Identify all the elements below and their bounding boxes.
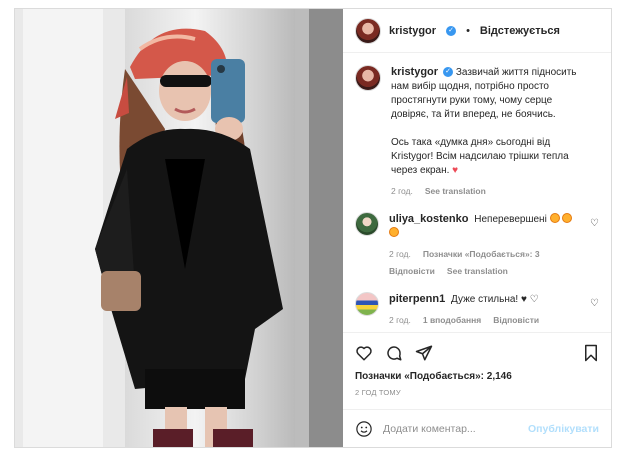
share-icon[interactable] xyxy=(415,344,433,362)
heart-emoji-icon: ♥ xyxy=(452,165,459,176)
author-username[interactable]: kristygor xyxy=(389,25,436,37)
comments-list: kristygor ✓ Зазвичай життя підносить нам … xyxy=(343,53,611,332)
header-separator: • xyxy=(466,24,470,37)
comment-time[interactable]: 2 год. xyxy=(389,247,411,261)
follow-status-button[interactable]: Відстежується xyxy=(480,25,560,37)
publish-button[interactable]: Опублікувати xyxy=(528,423,599,435)
comment-text: Дуже стильна! xyxy=(451,294,519,305)
commenter-avatar[interactable] xyxy=(354,212,379,236)
author-avatar[interactable] xyxy=(354,17,381,44)
comment-input[interactable] xyxy=(382,422,518,435)
photo-illustration xyxy=(15,9,343,447)
comment-username[interactable]: uliya_kostenko xyxy=(389,213,468,225)
comment-reply-button[interactable]: Відповісти xyxy=(493,313,539,327)
caption-username[interactable]: kristygor xyxy=(391,66,438,78)
white-heart-emoji-icon: ♡ xyxy=(529,294,539,305)
heart-eyes-emoji-icon xyxy=(562,213,573,223)
add-comment-bar: Опублікувати xyxy=(342,409,611,447)
commenter-avatar[interactable] xyxy=(354,292,379,316)
post-actions: Позначки «Подобається»: 2,146 2 ГОД ТОМУ xyxy=(342,332,611,401)
bookmark-icon[interactable] xyxy=(583,344,599,362)
posted-time[interactable]: 2 ГОД ТОМУ xyxy=(355,388,599,397)
comment-like-heart-icon[interactable]: ♡ xyxy=(590,218,599,229)
caption: kristygor ✓ Зазвичай життя підносить нам … xyxy=(354,65,599,198)
comment-like-heart-icon[interactable]: ♡ xyxy=(590,298,599,309)
comment-likes[interactable]: 1 вподобання xyxy=(423,313,481,327)
comment-icon[interactable] xyxy=(385,344,403,362)
heart-eyes-emoji-icon xyxy=(388,227,399,237)
comment-see-translation[interactable]: See translation xyxy=(447,264,508,278)
caption-see-translation[interactable]: See translation xyxy=(425,184,486,198)
verified-badge-icon: ✓ xyxy=(446,25,457,36)
black-heart-emoji-icon: ♥ xyxy=(521,294,527,305)
comment-item: uliya_kostenko Неперевершені 2 год. Позн… xyxy=(354,212,599,278)
heart-eyes-emoji-icon xyxy=(549,213,560,223)
post-card: kristygor ✓ • Відстежується kristygor ✓ З… xyxy=(14,8,612,448)
likes-count[interactable]: Позначки «Подобається»: 2,146 xyxy=(355,371,599,382)
verified-badge-icon: ✓ xyxy=(443,67,454,78)
heart-icon[interactable] xyxy=(355,344,373,362)
caption-avatar[interactable] xyxy=(354,65,381,91)
comment-reply-button[interactable]: Відповісти xyxy=(389,264,435,278)
post-photo[interactable] xyxy=(15,9,343,447)
emoji-icon[interactable] xyxy=(355,420,373,438)
comment-likes[interactable]: Позначки «Подобається»: 3 xyxy=(423,247,540,261)
comment-text: Неперевершені xyxy=(474,214,547,225)
comment-item: piterpenn1 Дуже стильна! ♥ ♡ 2 год. 1 вп… xyxy=(354,292,599,327)
comment-username[interactable]: piterpenn1 xyxy=(389,293,445,305)
comment-time[interactable]: 2 год. xyxy=(389,313,411,327)
caption-time[interactable]: 2 год. xyxy=(391,184,413,198)
caption-text-2: Ось така «думка дня» сьогодні від Kristy… xyxy=(390,137,569,176)
post-panel: kristygor ✓ • Відстежується kristygor ✓ З… xyxy=(342,9,611,447)
post-header: kristygor ✓ • Відстежується xyxy=(342,9,611,53)
